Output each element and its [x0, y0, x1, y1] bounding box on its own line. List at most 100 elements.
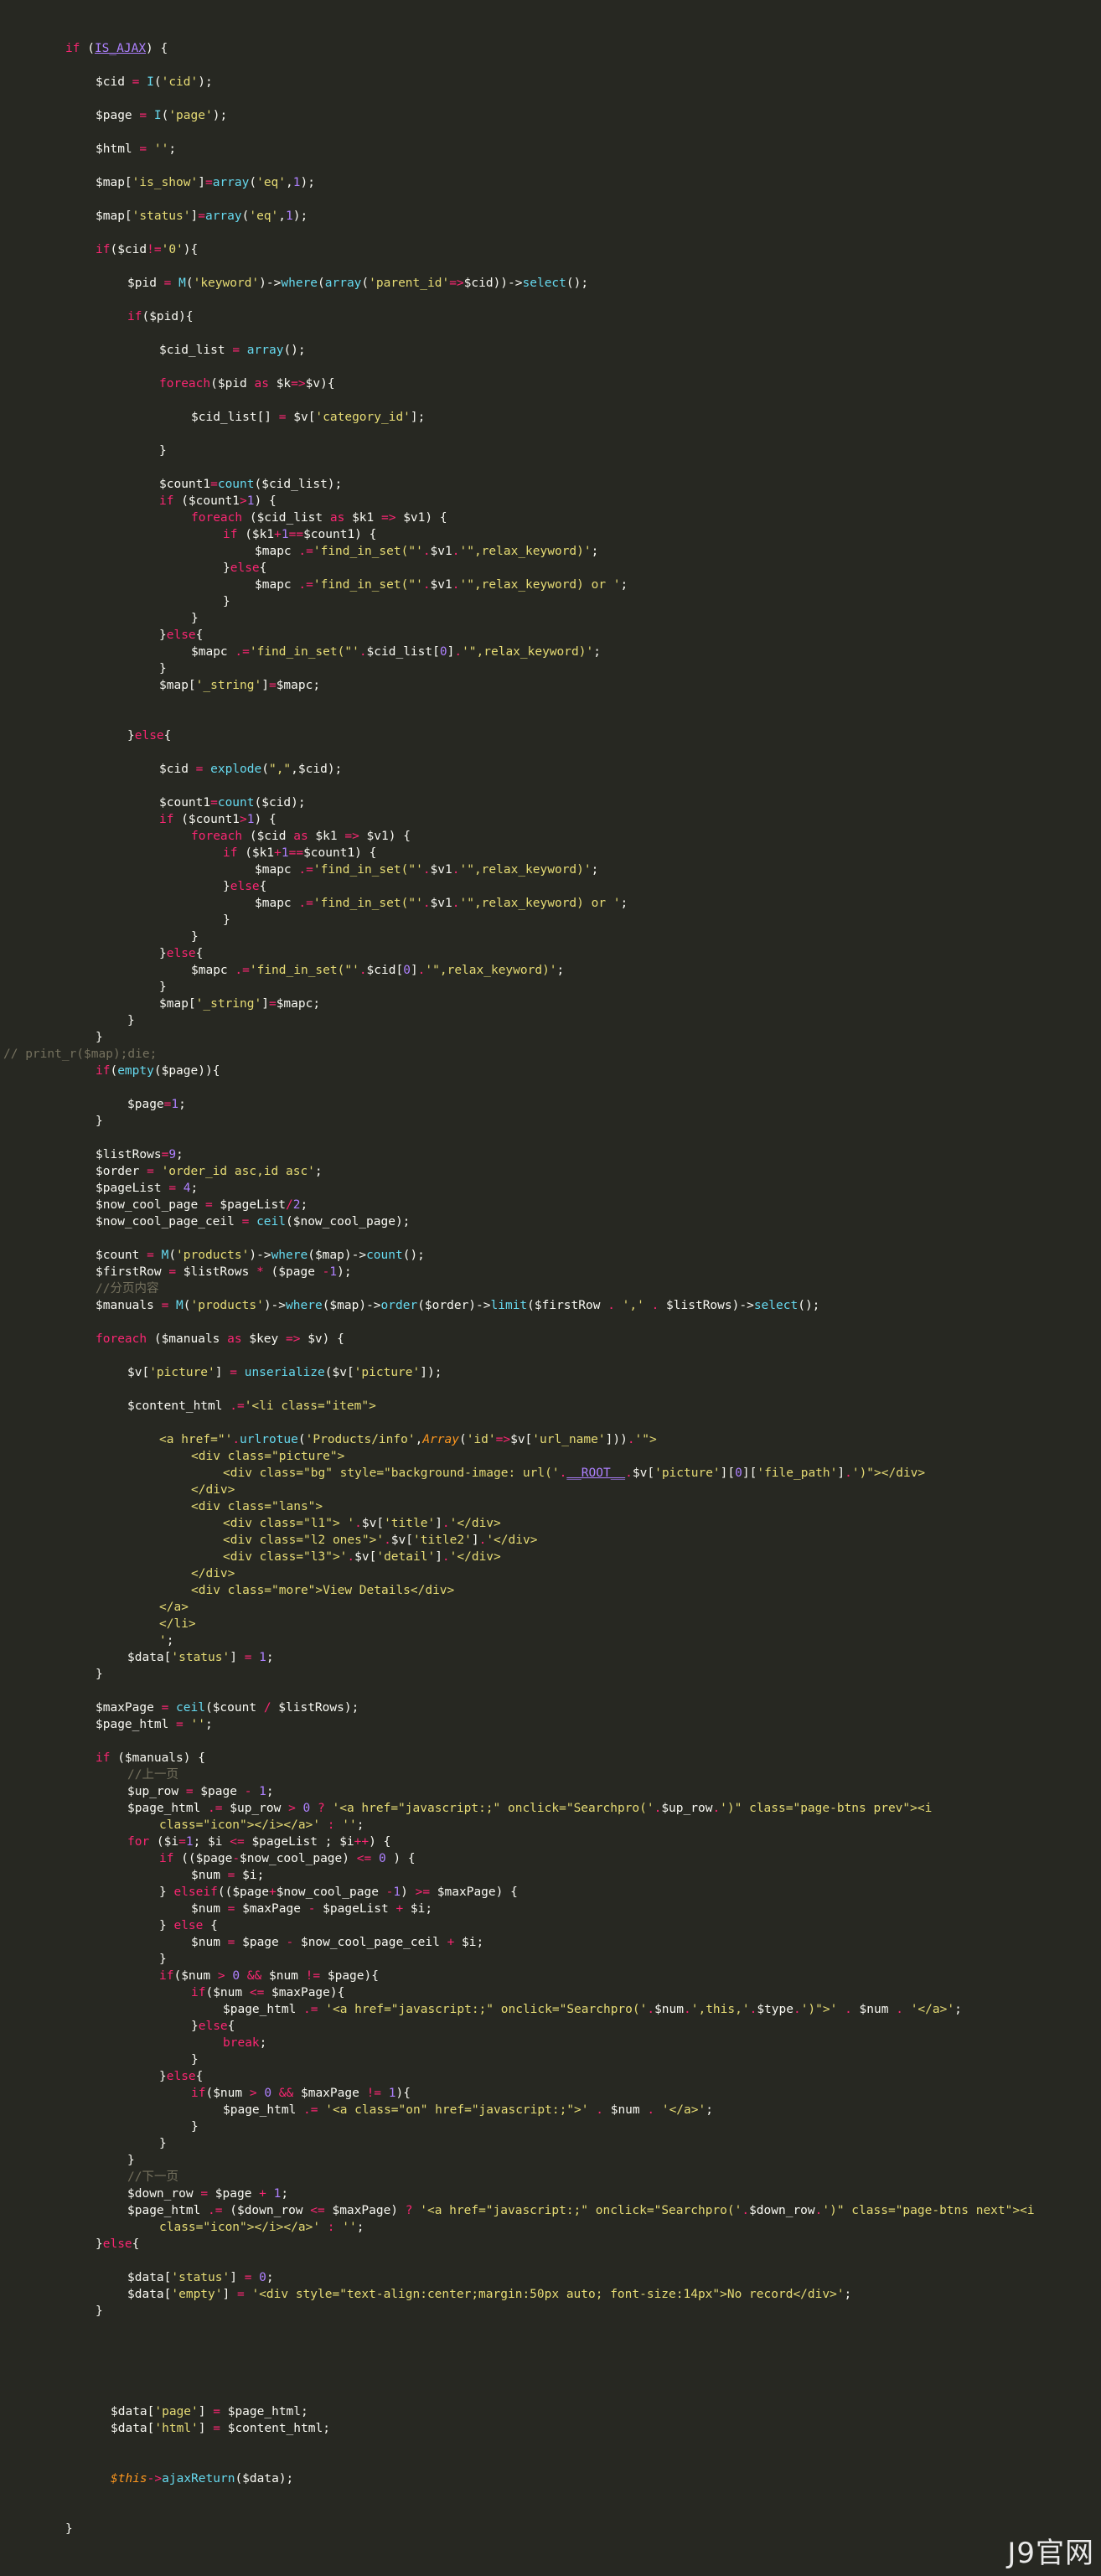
code-token: '",relax_keyword)' [459, 545, 592, 558]
code-token: ($k1 [237, 528, 275, 541]
code-line: $page_html .= $up_row > 0 ? '<a href="ja… [127, 1800, 932, 1817]
code-token: $map[ [96, 209, 132, 223]
code-token: if [159, 494, 174, 508]
code-token: 'category_id' [315, 411, 411, 424]
watermark-logo: J9官网 [1007, 2537, 1094, 2570]
code-token: 0 [403, 964, 411, 977]
code-token: ($cid); [254, 796, 306, 810]
code-token: '<a href="javascript:;" onclick="Searchp… [420, 2204, 742, 2217]
code-token: >= [415, 1885, 431, 1899]
code-token: ($i [149, 1835, 179, 1849]
code-token: 'url_name' [532, 1433, 606, 1446]
code-token: //下一页 [127, 2170, 178, 2184]
code-token: else [173, 1919, 204, 1932]
code-token: $k1 [344, 511, 381, 525]
code-token: > [240, 813, 247, 826]
code-token: where [271, 1249, 308, 1262]
code-token: "," [268, 763, 292, 776]
code-token: $maxPage) { [430, 1885, 518, 1899]
code-line: } elseif(($page+$now_cool_page -1) >= $m… [159, 1884, 518, 1901]
code-token: = [230, 1366, 237, 1379]
code-token: (); [566, 277, 589, 290]
code-token: $data[ [127, 2288, 172, 2301]
code-line: <a href="'.urlrotue('Products/info',Arra… [159, 1431, 657, 1448]
code-token: select [522, 277, 566, 290]
code-token: = [213, 2405, 220, 2418]
code-line: <div class="picture"> [191, 1448, 344, 1465]
code-token: ($page)){ [153, 1064, 220, 1078]
code-token: explode [210, 763, 262, 776]
code-token: 1 [393, 1885, 401, 1899]
code-token: $maxPage [235, 1902, 308, 1916]
code-token: ; [556, 964, 565, 977]
code-token: else [230, 561, 260, 575]
code-token: ($pid [210, 377, 255, 391]
code-token: $v[ [632, 1466, 655, 1480]
code-line: $cid = I('cid'); [96, 74, 213, 91]
code-token: <= [249, 1986, 265, 1999]
code-token: $data[ [111, 2405, 155, 2418]
code-line: }else{ [159, 945, 203, 962]
code-token: . [742, 2204, 750, 2217]
code-line: $data['status'] = 0; [127, 2269, 274, 2286]
code-token: array [246, 344, 284, 357]
code-line: $mapc .='find_in_set("'.$v1.'",relax_key… [255, 543, 598, 560]
code-token: => [344, 830, 359, 843]
code-line: <div class="l3">'.$v['detail'].'</div> [223, 1549, 501, 1565]
code-token: $data[ [127, 2271, 172, 2284]
code-token: $cid_list[] [191, 411, 279, 424]
code-token: $now_cool_page_ceil [96, 1215, 242, 1229]
code-token: $mapc [255, 545, 299, 558]
code-token: $k [268, 377, 292, 391]
code-token: 'find_in_set("' [313, 863, 423, 877]
code-line: $maxPage = ceil($count / $listRows); [96, 1699, 359, 1716]
code-token: 1 [259, 1651, 266, 1664]
code-token: . [625, 1466, 633, 1480]
code-token: M [178, 277, 186, 290]
code-token: ( [297, 1433, 306, 1446]
code-line: </li> [159, 1616, 196, 1632]
code-token: ] [261, 679, 269, 692]
code-editor[interactable]: if (IS_AJAX) {$cid = I('cid'); $page = I(… [0, 0, 1101, 2576]
code-token: 1 [281, 846, 289, 860]
code-token: } [159, 980, 167, 994]
code-token: ( [249, 176, 257, 189]
code-token: 1 [246, 494, 255, 508]
code-token: = [232, 344, 240, 357]
code-token: 'find_in_set("' [249, 964, 359, 977]
code-token: <div class="l1"> ' [223, 1517, 355, 1530]
code-token: $now_cool_page) [240, 1852, 357, 1865]
code-token: )-> [259, 277, 282, 290]
code-token: $v1 [430, 863, 452, 877]
code-token: ($cid [242, 830, 294, 843]
code-token: ] [198, 2422, 214, 2435]
code-token: '</div> [449, 1517, 501, 1530]
code-token: ]); [420, 1366, 442, 1379]
code-token: ( [110, 1064, 118, 1078]
code-token: 'picture' [354, 1366, 421, 1379]
code-token: $mapc [255, 578, 299, 592]
code-token: ($down_row [222, 2204, 311, 2217]
code-token: 1 [259, 1785, 266, 1798]
code-line: } [127, 2152, 135, 2169]
code-token: , [415, 1433, 423, 1446]
code-token: $map[ [159, 997, 196, 1011]
code-token: 'picture' [149, 1366, 215, 1379]
code-line: $mapc .='find_in_set("'.$cid_list[0].'",… [191, 644, 601, 660]
code-token: </a> [159, 1601, 189, 1614]
code-token: $data[ [111, 2422, 155, 2435]
code-token: array [212, 176, 250, 189]
code-line: $map['_string']=$mapc; [159, 677, 320, 694]
code-token: $page [193, 1785, 245, 1798]
code-line: $map['is_show']=array('eq',1); [96, 174, 315, 191]
code-token: $listRows [176, 1265, 257, 1279]
code-token: $v[ [390, 1534, 413, 1547]
code-token: $map[ [159, 679, 196, 692]
code-token: 'find_in_set("' [313, 545, 423, 558]
